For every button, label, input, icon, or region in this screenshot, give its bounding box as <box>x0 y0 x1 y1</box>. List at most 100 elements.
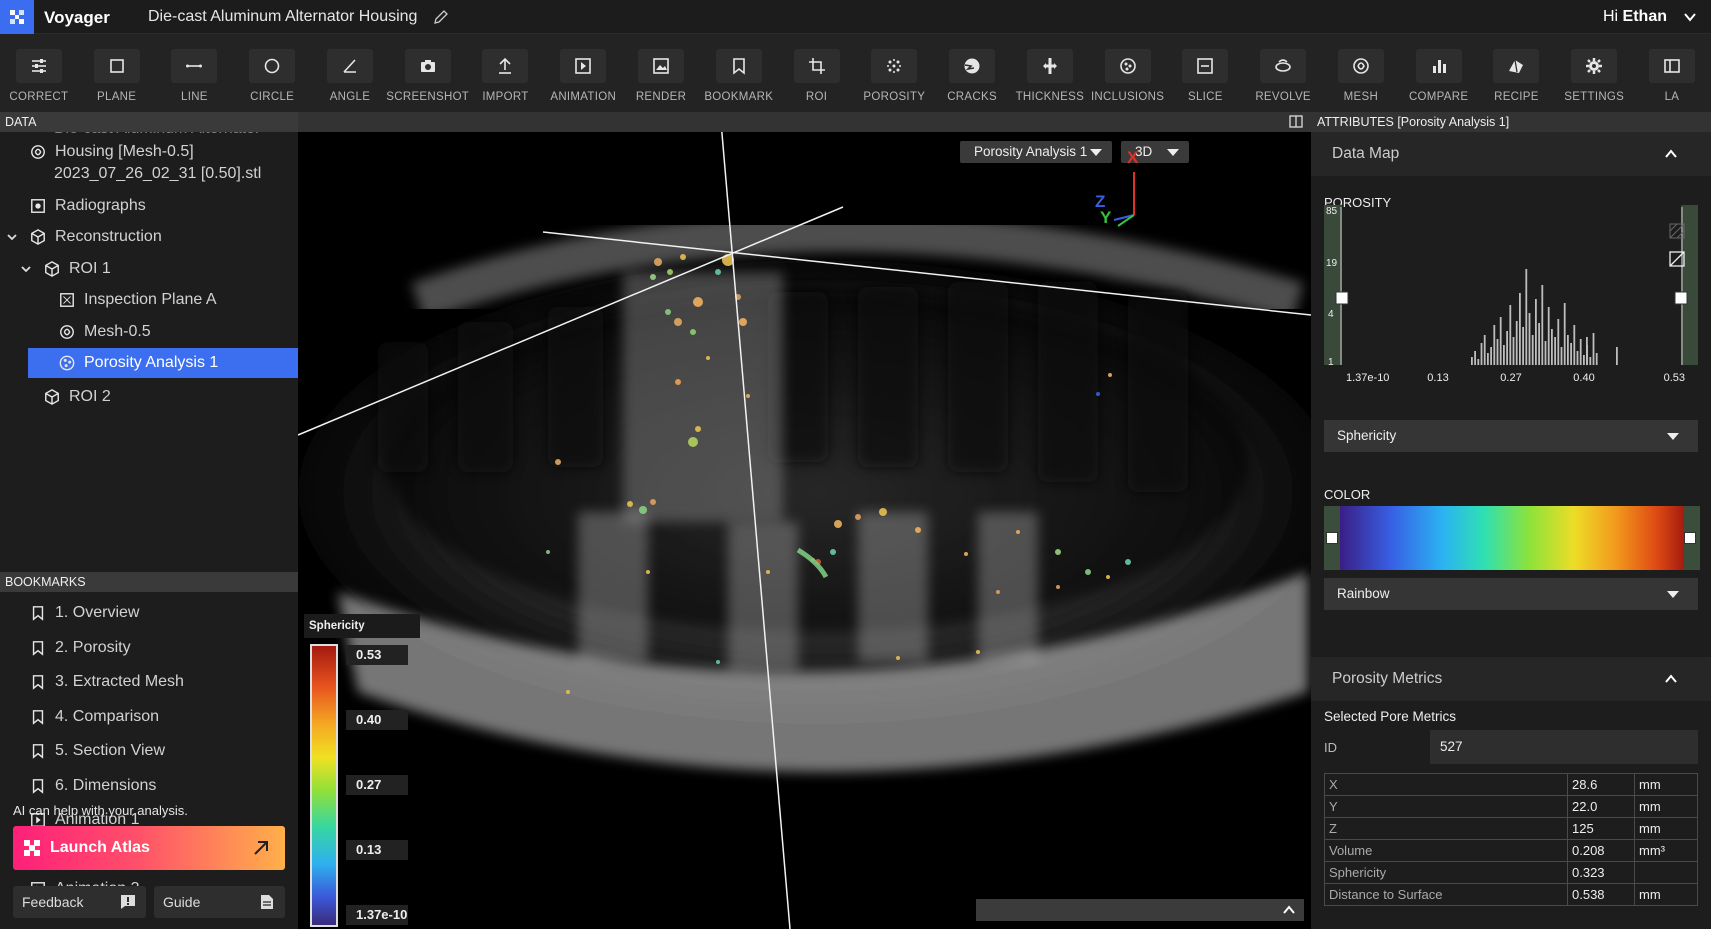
user-name: Ethan <box>1622 8 1667 25</box>
porosity-histogram[interactable]: 85 19 4 1 1.37e-10 0.13 0.27 0.40 0.53 <box>1324 205 1698 390</box>
hatch-icon[interactable] <box>1669 223 1685 239</box>
legend-value: 0.40 <box>346 710 408 730</box>
3d-viewport[interactable]: Porosity Analysis 1 3D X Z Y Sphericity … <box>298 132 1311 929</box>
tree-item-label: Reconstruction <box>55 228 162 245</box>
bookmark-item[interactable]: 1. Overview <box>0 598 298 628</box>
bookmark-item[interactable]: 5. Section View <box>0 736 298 766</box>
tool-cracks-button[interactable]: CRACKS <box>933 34 1011 112</box>
upload-icon <box>499 57 512 74</box>
tree-item[interactable]: Die-cast Aluminum Alternator <box>0 132 298 136</box>
tree-item[interactable]: Mesh-0.5 <box>0 317 298 347</box>
porosity-metrics-section-header[interactable]: Porosity Metrics <box>1311 657 1711 701</box>
histogram-bar <box>1522 327 1524 365</box>
tool-angle-button[interactable]: ANGLE <box>311 34 389 112</box>
pore-id-field[interactable]: 527 <box>1430 730 1698 764</box>
tool-render-button[interactable]: RENDER <box>622 34 700 112</box>
bookmark-icon <box>32 778 44 794</box>
x-tick: 0.53 <box>1664 372 1685 384</box>
axis-x-label: X <box>1127 148 1139 167</box>
tool-compare-button[interactable]: COMPARE <box>1400 34 1478 112</box>
tree-item[interactable]: ROI 2 <box>0 382 298 412</box>
attributes-panel: Data Map POROSITY 85 19 4 1 1.37e-10 0.1… <box>1311 132 1711 929</box>
tool-inclusions-button[interactable]: INCLUSIONS <box>1089 34 1167 112</box>
histogram-bar <box>1512 337 1515 365</box>
tool-animation-button[interactable]: ANIMATION <box>544 34 622 112</box>
panel-toggle-icon[interactable] <box>1289 115 1303 128</box>
pencil-edit-icon[interactable] <box>433 9 449 25</box>
ct-render[interactable] <box>298 132 1311 929</box>
tool-plane-button[interactable]: PLANE <box>78 34 156 112</box>
histogram-min-handle[interactable] <box>1335 291 1349 305</box>
tool-icon-box <box>1415 49 1462 83</box>
tree-item[interactable]: Porosity Analysis 1 <box>28 348 298 378</box>
legend-color-bar <box>310 644 338 927</box>
image-icon <box>653 58 669 74</box>
tool-recipe-button[interactable]: RECIPE <box>1478 34 1556 112</box>
bookmark-icon <box>32 640 44 656</box>
greeting-text: Hi <box>1602 8 1619 25</box>
feedback-button[interactable]: Feedback <box>13 886 146 918</box>
tool-porosity-button[interactable]: POROSITY <box>855 34 933 112</box>
tool-mesh-button[interactable]: MESH <box>1322 34 1400 112</box>
circle-icon <box>264 58 280 74</box>
colormap-max-handle[interactable] <box>1684 532 1696 544</box>
bookmark-item[interactable]: 2. Porosity <box>0 633 298 663</box>
document-title[interactable]: Die-cast Aluminum Alternator Housing <box>148 8 417 26</box>
tree-item[interactable]: 2023_07_26_02_31 [0.50].stl <box>0 159 298 189</box>
tool-la-button[interactable]: LA <box>1633 34 1711 112</box>
legend-value: 0.53 <box>346 645 408 665</box>
chevron-down-icon[interactable] <box>1683 11 1697 23</box>
half-fill-icon[interactable] <box>1669 251 1685 267</box>
guide-button[interactable]: Guide <box>154 886 285 918</box>
data-map-section-header[interactable]: Data Map <box>1311 132 1711 176</box>
tool-import-button[interactable]: IMPORT <box>467 34 545 112</box>
metric-unit: mm <box>1634 773 1698 796</box>
colormap-ramp[interactable] <box>1324 506 1700 570</box>
bookmark-item[interactable]: 4. Comparison <box>0 702 298 732</box>
tool-circle-button[interactable]: CIRCLE <box>233 34 311 112</box>
tool-slice-button[interactable]: SLICE <box>1166 34 1244 112</box>
histogram-max-handle[interactable] <box>1674 291 1688 305</box>
bookmark-item[interactable]: 6. Dimensions <box>0 771 298 801</box>
app-logo-icon[interactable] <box>0 0 34 34</box>
tree-item[interactable]: Inspection Plane A <box>0 285 298 315</box>
tool-bookmark-button[interactable]: BOOKMARK <box>700 34 778 112</box>
histogram-bar <box>1576 351 1579 365</box>
histogram-bar <box>1554 337 1556 365</box>
metric-select[interactable]: Sphericity <box>1324 420 1698 452</box>
caret-down-icon <box>1667 591 1679 598</box>
tree-item[interactable]: Radiographs <box>0 191 298 221</box>
chevron-down-icon[interactable] <box>6 231 18 243</box>
tool-label: CORRECT <box>9 91 69 103</box>
histogram-bar <box>1487 353 1489 365</box>
launch-atlas-button[interactable]: Launch Atlas <box>13 826 285 870</box>
tool-correct-button[interactable]: CORRECT <box>0 34 78 112</box>
tool-screenshot-button[interactable]: SCREENSHOT <box>386 34 469 112</box>
bookmark-item[interactable]: 3. Extracted Mesh <box>0 667 298 697</box>
atlas-logo-icon <box>24 840 40 856</box>
crop-icon <box>808 58 825 74</box>
tool-label: CIRCLE <box>250 91 295 103</box>
tool-label: THICKNESS <box>1015 91 1085 103</box>
attributes-header: ATTRIBUTES [Porosity Analysis 1] <box>1311 112 1711 132</box>
tool-line-button[interactable]: LINE <box>156 34 234 112</box>
tool-revolve-button[interactable]: REVOLVE <box>1244 34 1322 112</box>
chevron-down-icon[interactable] <box>20 263 32 275</box>
analysis-select[interactable]: Porosity Analysis 1 <box>960 141 1112 163</box>
bookmark-icon <box>32 675 44 690</box>
sliders-icon <box>31 59 46 73</box>
metric-name: Y <box>1324 795 1568 818</box>
colormap-select[interactable]: Rainbow <box>1324 578 1698 610</box>
tool-roi-button[interactable]: ROI <box>778 34 856 112</box>
tool-label: CRACKS <box>947 91 997 103</box>
tree-item[interactable]: ROI 1 <box>0 254 298 284</box>
tool-settings-button[interactable]: SETTINGS <box>1555 34 1633 112</box>
colormap-min-handle[interactable] <box>1326 532 1338 544</box>
metric-value: 28.6 <box>1567 773 1635 796</box>
user-greeting[interactable]: Hi Ethan <box>1603 8 1667 26</box>
tool-thickness-button[interactable]: THICKNESS <box>1011 34 1089 112</box>
tree-item[interactable]: Reconstruction <box>0 222 298 252</box>
timeline-collapse-bar[interactable] <box>976 899 1304 921</box>
histogram-bar <box>1560 347 1563 365</box>
tool-label: SLICE <box>1187 91 1223 103</box>
